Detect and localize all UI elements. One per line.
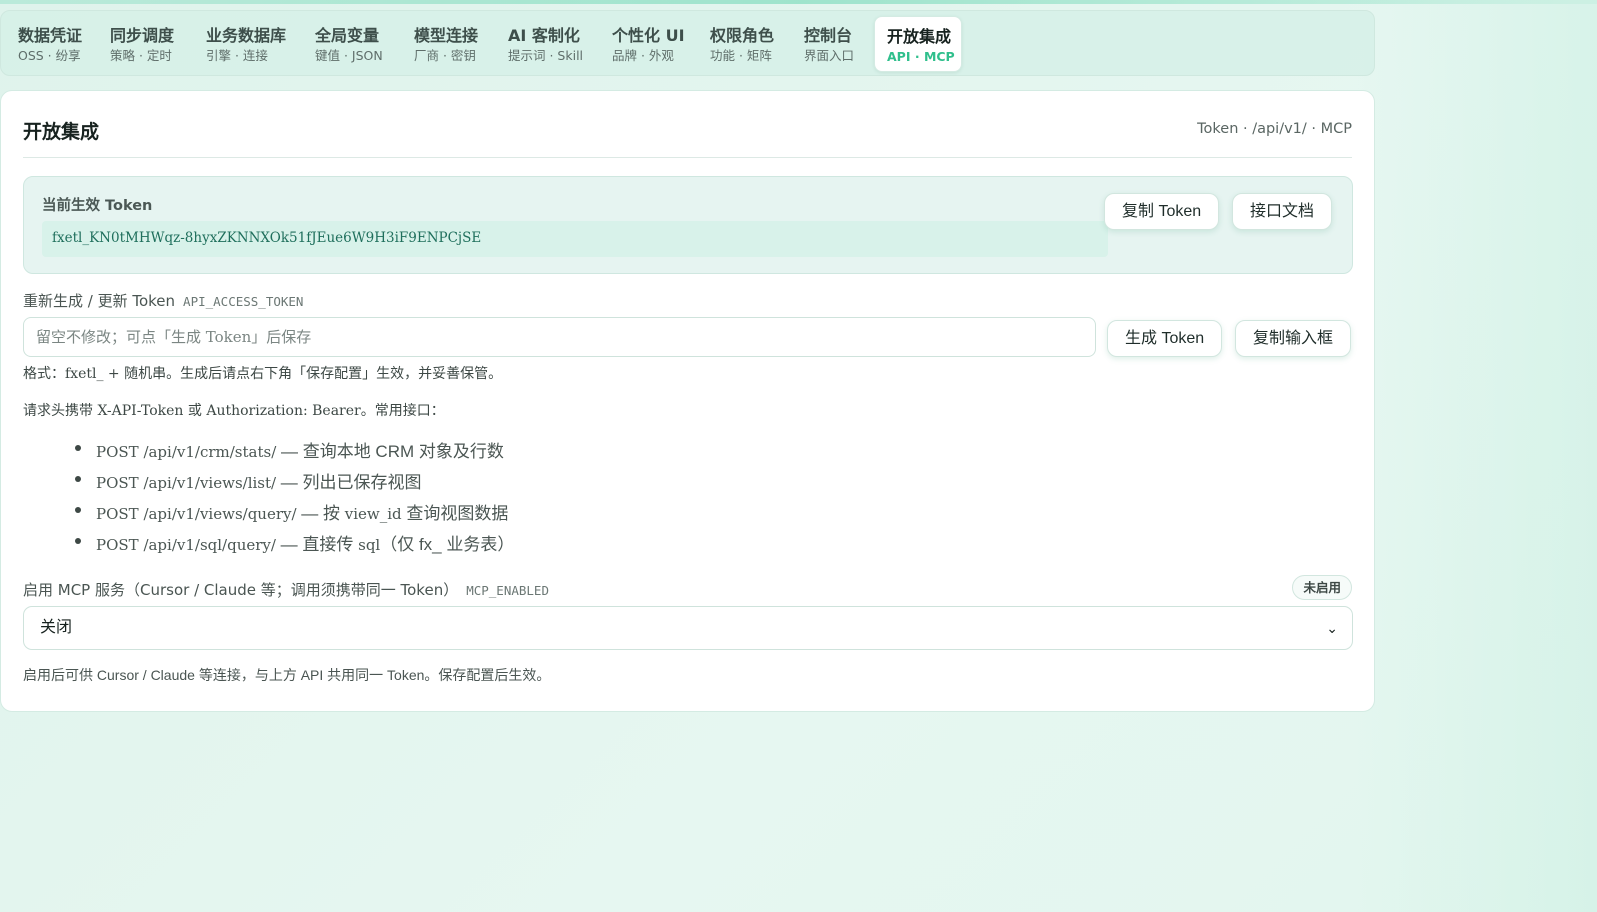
copy-input-button[interactable]: 复制输入框: [1235, 320, 1352, 357]
tab-subtitle: OSS · 纷享: [18, 48, 81, 63]
mcp-enable-select[interactable]: 关闭 ⌄: [23, 606, 1353, 650]
background-glow: [1357, 0, 1597, 912]
tab-title: 个性化 UI: [612, 26, 685, 45]
tab-subtitle: 功能 · 矩阵: [710, 48, 772, 63]
tab-subtitle: API · MCP: [887, 49, 955, 64]
tab-data-credentials[interactable]: 数据凭证 OSS · 纷享: [6, 16, 92, 72]
tab-subtitle: 界面入口: [804, 48, 855, 63]
token-format-hint: 格式：fxetl_ + 随机串。生成后请点右下角「保存配置」生效，并妥善保管。: [23, 363, 502, 383]
tab-title: 权限角色: [710, 26, 775, 45]
endpoint-param: sql: [358, 536, 381, 554]
format-hint-prefix: 格式：: [23, 366, 65, 382]
endpoint-path: POST /api/v1/views/query/: [96, 505, 297, 523]
endpoint-path: POST /api/v1/views/list/: [96, 474, 277, 492]
endpoint-desc: — 直接传: [275, 535, 359, 554]
mcp-enable-label-text: 启用 MCP 服务（Cursor / Claude 等；调用须携带同一 Toke…: [23, 581, 459, 599]
tab-ai-customization[interactable]: AI 客制化 提示词 · Skill: [496, 16, 593, 72]
api-docs-button[interactable]: 接口文档: [1232, 193, 1333, 230]
settings-tab-bar: 数据凭证 OSS · 纷享 同步调度 策略 · 定时 业务数据库 引擎 · 连接…: [0, 10, 1375, 76]
tab-console[interactable]: 控制台 界面入口: [792, 16, 864, 72]
tab-subtitle: 厂商 · 密钥: [414, 48, 476, 63]
endpoint-desc-post: （仅 fx_ 业务表）: [380, 535, 515, 554]
current-token-value: fxetl_KN0tMHWqz-8hyxZKNNXOk51fJEue6W9H3i…: [42, 221, 1108, 257]
copy-token-button[interactable]: 复制 Token: [1104, 193, 1220, 230]
endpoint-desc: — 列出已保存视图: [276, 473, 422, 492]
tab-permission-roles[interactable]: 权限角色 功能 · 矩阵: [698, 16, 784, 72]
tab-sync-schedule[interactable]: 同步调度 策略 · 定时: [98, 16, 184, 72]
tab-title: 业务数据库: [206, 26, 287, 45]
tab-subtitle: 品牌 · 外观: [612, 48, 674, 63]
format-hint-suffix: + 随机串。生成后请点右下角「保存配置」生效，并妥善保管。: [103, 366, 503, 382]
panel-meta: Token · /api/v1/ · MCP: [1197, 121, 1352, 137]
header-hint-prefix: 请求头携带: [23, 403, 98, 419]
tab-model-connection[interactable]: 模型连接 厂商 · 密钥: [402, 16, 488, 72]
open-integration-panel: 开放集成 Token · /api/v1/ · MCP 当前生效 Token f…: [0, 90, 1375, 712]
tab-title: 模型连接: [414, 26, 479, 45]
format-hint-code: fxetl_: [65, 366, 104, 382]
panel-title: 开放集成: [23, 121, 100, 143]
header-hint-code-bearer: Authorization: Bearer: [206, 403, 361, 419]
regen-token-env-key: API_ACCESS_TOKEN: [183, 294, 304, 309]
tab-title: 开放集成: [887, 27, 952, 46]
tab-title: 同步调度: [110, 26, 175, 45]
tab-title: AI 客制化: [508, 26, 580, 45]
mcp-status-badge: 未启用: [1292, 575, 1352, 600]
regen-token-label-text: 重新生成 / 更新 Token: [23, 292, 176, 310]
chevron-down-icon: ⌄: [1326, 620, 1338, 636]
generate-token-button[interactable]: 生成 Token: [1107, 320, 1223, 357]
endpoint-param: view_id: [344, 505, 402, 523]
tab-subtitle: 引擎 · 连接: [206, 48, 268, 63]
tab-global-variables[interactable]: 全局变量 键值 · JSON: [303, 16, 393, 72]
tab-title: 控制台: [804, 26, 853, 45]
endpoint-path: POST /api/v1/crm/stats/: [96, 443, 277, 461]
endpoint-text: POST /api/v1/views/list/ — 列出已保存视图: [96, 468, 422, 493]
bullet-icon: [75, 507, 81, 513]
endpoint-text: POST /api/v1/sql/query/ — 直接传 sql（仅 fx_ …: [96, 530, 514, 555]
tab-open-integration[interactable]: 开放集成 API · MCP: [874, 16, 962, 72]
endpoint-desc: — 查询本地 CRM 对象及行数: [276, 442, 504, 461]
tab-personalized-ui[interactable]: 个性化 UI 品牌 · 外观: [600, 16, 695, 72]
mcp-selected-value: 关闭: [40, 619, 73, 636]
endpoint-desc: — 按: [296, 504, 345, 523]
endpoint-path: POST /api/v1/sql/query/: [96, 536, 276, 554]
tab-subtitle: 策略 · 定时: [110, 48, 172, 63]
bullet-icon: [75, 445, 81, 451]
endpoint-text: POST /api/v1/views/query/ — 按 view_id 查询…: [96, 499, 508, 524]
endpoint-desc-post: 查询视图数据: [401, 504, 509, 523]
tab-title: 全局变量: [315, 26, 380, 45]
mcp-enable-label: 启用 MCP 服务（Cursor / Claude 等；调用须携带同一 Toke…: [23, 579, 549, 600]
header-hint-suffix: 。常用接口：: [360, 403, 445, 419]
mcp-hint: 启用后可供 Cursor / Claude 等连接，与上方 API 共用同一 T…: [23, 667, 551, 683]
header-hint-code-token: X-API-Token: [97, 403, 184, 419]
bullet-icon: [75, 476, 81, 482]
request-header-hint: 请求头携带 X-API-Token 或 Authorization: Beare…: [23, 400, 445, 420]
mcp-env-key: MCP_ENABLED: [466, 583, 549, 598]
current-token-card: 当前生效 Token fxetl_KN0tMHWqz-8hyxZKNNXOk51…: [23, 176, 1353, 274]
endpoint-text: POST /api/v1/crm/stats/ — 查询本地 CRM 对象及行数: [96, 437, 504, 462]
bullet-icon: [75, 538, 81, 544]
tab-subtitle: 键值 · JSON: [315, 48, 383, 63]
regen-token-label: 重新生成 / 更新 Token API_ACCESS_TOKEN: [23, 290, 303, 311]
header-hint-mid: 或: [183, 403, 207, 419]
tab-subtitle: 提示词 · Skill: [508, 48, 584, 63]
new-token-input[interactable]: [23, 317, 1096, 357]
current-token-label: 当前生效 Token: [42, 198, 153, 214]
tab-business-database[interactable]: 业务数据库 引擎 · 连接: [194, 16, 296, 72]
tab-title: 数据凭证: [18, 26, 83, 45]
divider: [23, 157, 1352, 158]
